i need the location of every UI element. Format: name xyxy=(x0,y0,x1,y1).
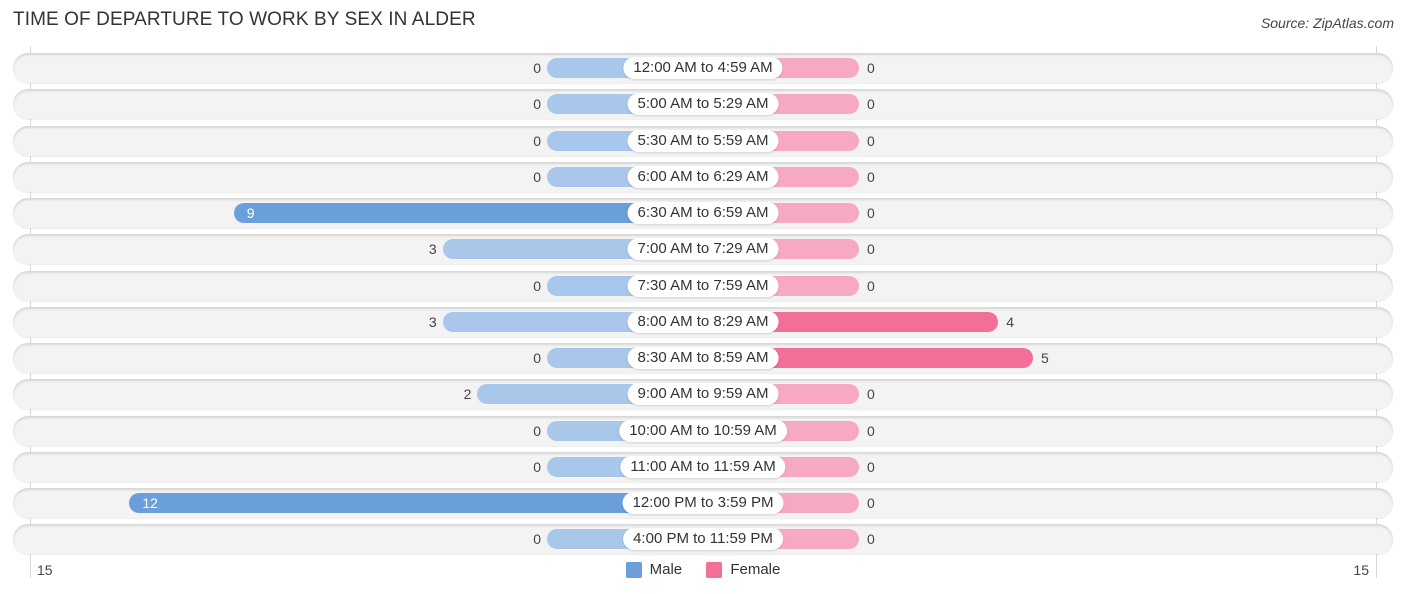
value-label-female: 0 xyxy=(867,386,875,403)
value-label-male: 0 xyxy=(533,96,541,113)
category-label: 8:30 AM to 8:59 AM xyxy=(627,347,779,369)
category-label: 11:00 AM to 11:59 AM xyxy=(620,455,786,478)
value-label-male: 3 xyxy=(428,241,437,258)
legend-swatch-female xyxy=(706,561,723,578)
value-label-female: 0 xyxy=(867,495,875,511)
value-label-male: 12 xyxy=(142,495,158,511)
category-label: 5:00 AM to 5:29 AM xyxy=(627,93,779,116)
category-label: 10:00 AM to 10:59 AM xyxy=(619,419,787,442)
value-label-male: 0 xyxy=(533,531,541,548)
value-label-male: 0 xyxy=(533,132,541,149)
value-label-female: 0 xyxy=(867,132,875,149)
value-label-female: 0 xyxy=(867,422,875,439)
value-label-female: 0 xyxy=(867,277,875,294)
value-label-female: 0 xyxy=(867,168,875,185)
value-label-male: 0 xyxy=(533,168,541,185)
legend: Male Female xyxy=(0,561,1406,582)
value-label-female: 0 xyxy=(867,531,875,548)
value-label-male: 0 xyxy=(533,277,541,294)
value-label-male: 9 xyxy=(246,205,255,221)
legend-item-male[interactable]: Male xyxy=(625,561,683,578)
legend-label-male: Male xyxy=(649,561,683,578)
source-label: Source: ZipAtlas.com xyxy=(1260,15,1394,31)
value-label-female: 0 xyxy=(867,241,875,258)
value-label-female: 0 xyxy=(867,96,875,113)
legend-item-female[interactable]: Female xyxy=(706,561,780,578)
value-label-female: 0 xyxy=(867,60,875,76)
bar-male[interactable] xyxy=(129,493,703,513)
category-label: 8:00 AM to 8:29 AM xyxy=(627,310,779,333)
value-label-male: 3 xyxy=(428,313,437,330)
category-label: 5:30 AM to 5:59 AM xyxy=(627,129,779,152)
category-label: 12:00 AM to 4:59 AM xyxy=(623,57,783,79)
category-label: 4:00 PM to 11:59 PM xyxy=(623,528,783,551)
category-label: 7:00 AM to 7:29 AM xyxy=(627,238,779,261)
value-label-male: 0 xyxy=(533,60,541,76)
value-label-male: 2 xyxy=(463,386,472,403)
value-label-male: 0 xyxy=(533,350,541,366)
value-label-male: 0 xyxy=(533,422,541,439)
value-label-female: 0 xyxy=(867,205,875,221)
value-label-male: 0 xyxy=(533,458,541,475)
category-label: 6:00 AM to 6:29 AM xyxy=(627,165,779,188)
legend-swatch-male xyxy=(625,561,642,578)
chart-title: TIME OF DEPARTURE TO WORK BY SEX IN ALDE… xyxy=(13,9,476,30)
category-label: 9:00 AM to 9:59 AM xyxy=(627,383,779,406)
legend-label-female: Female xyxy=(730,561,781,578)
category-label: 7:30 AM to 7:59 AM xyxy=(627,274,779,297)
value-label-female: 5 xyxy=(1041,350,1049,366)
value-label-female: 4 xyxy=(1006,313,1014,330)
category-label: 12:00 PM to 3:59 PM xyxy=(622,492,784,514)
category-label: 6:30 AM to 6:59 AM xyxy=(627,202,779,224)
value-label-female: 0 xyxy=(867,458,875,475)
